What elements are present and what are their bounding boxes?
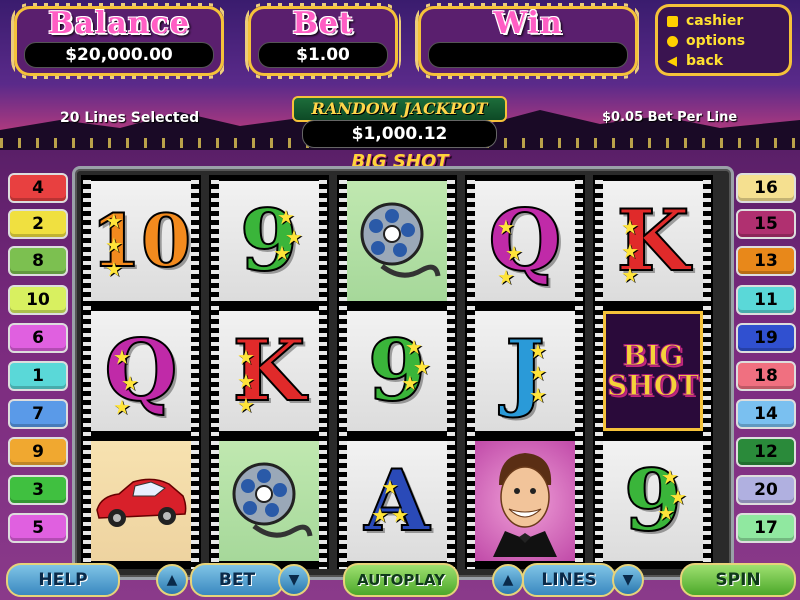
side-menu: cashier options ◀ back (655, 4, 792, 76)
spin-button[interactable]: SPIN (680, 563, 796, 597)
payline-badge[interactable]: 7 (8, 399, 68, 429)
payline-badge[interactable]: 14 (736, 399, 796, 429)
payline-badge[interactable]: 15 (736, 209, 796, 239)
lines-button[interactable]: LINES (522, 563, 616, 597)
cashier-link[interactable]: cashier (667, 12, 743, 30)
symbol-a: A ★ ★ ★ (347, 441, 447, 561)
symbol-big-shot-man (475, 441, 575, 561)
payline-badge[interactable]: 18 (736, 361, 796, 391)
bet-panel: Bet $1.00 (248, 6, 398, 76)
payline-badge[interactable]: 9 (8, 437, 68, 467)
sports-car-icon (96, 478, 187, 527)
balance-title: Balance (48, 6, 190, 41)
jackpot-title: RANDOM JACKPOT (292, 96, 507, 122)
reel-5: K ★ ★ ★ BIG SHOT 9 ★ ★ ★ (593, 175, 713, 569)
payline-badge[interactable]: 19 (736, 323, 796, 353)
lines-down-button[interactable]: ▼ (612, 564, 644, 596)
help-button[interactable]: HELP (6, 563, 120, 597)
payline-badge[interactable]: 11 (736, 285, 796, 315)
bet-up-button[interactable]: ▲ (156, 564, 188, 596)
win-title: Win (493, 6, 563, 41)
payline-badge[interactable]: 10 (8, 285, 68, 315)
payline-badge[interactable]: 6 (8, 323, 68, 353)
balance-panel: Balance $20,000.00 (14, 6, 224, 76)
reel-2: 9 ★ ★ ★ K ★ ★ ★ (209, 175, 329, 569)
reel-3: 9 ★ ★ ★ A ★ ★ ★ (337, 175, 457, 569)
symbol-car (91, 441, 191, 561)
bet-button[interactable]: BET (190, 563, 284, 597)
symbol-q: Q ★ ★ ★ (91, 311, 191, 431)
reel-1: 10 ★ ★ ★ Q ★ ★ ★ (81, 175, 201, 569)
jackpot-panel: RANDOM JACKPOT $1,000.12 (292, 96, 507, 150)
payline-badge[interactable]: 8 (8, 246, 68, 276)
triangle-down-icon: ▼ (288, 572, 300, 588)
symbol-j: J ★ ★ ★ (475, 311, 575, 431)
options-label: options (686, 33, 746, 49)
lines-up-button[interactable]: ▲ (492, 564, 524, 596)
options-icon (667, 35, 678, 47)
payline-badge[interactable]: 4 (8, 173, 68, 203)
symbol-9: 9 ★ ★ ★ (219, 181, 319, 301)
back-arrow-icon: ◀ (667, 53, 677, 69)
payline-badge[interactable]: 20 (736, 475, 796, 505)
film-reel-icon (360, 202, 441, 278)
symbol-q: Q ★ ★ ★ (475, 181, 575, 301)
autoplay-button[interactable]: AUTOPLAY (343, 563, 459, 597)
bet-title: Bet (292, 6, 354, 41)
payline-badge[interactable]: 5 (8, 513, 68, 543)
big-shot-man-icon (493, 453, 557, 557)
payline-badge[interactable]: 16 (736, 173, 796, 203)
cashier-icon (667, 15, 678, 27)
symbol-k: K ★ ★ ★ (219, 311, 319, 431)
options-link[interactable]: options (667, 32, 745, 50)
symbol-k: K ★ ★ ★ (603, 181, 703, 301)
reels-frame: 10 ★ ★ ★ Q ★ ★ ★ 9 ★ ★ ★ K ★ ★ ★ 9 ★ ★ ★… (72, 166, 734, 580)
reel-4: Q ★ ★ ★ J ★ ★ ★ (465, 175, 585, 569)
lines-selected-text: 20 Lines Selected (60, 110, 200, 126)
symbol-film-reel (219, 441, 319, 561)
payline-badge[interactable]: 1 (8, 361, 68, 391)
symbol-10: 10 ★ ★ ★ (91, 181, 191, 301)
back-label: back (686, 53, 724, 69)
symbol-9: 9 ★ ★ ★ (347, 311, 447, 431)
payline-badge[interactable]: 13 (736, 246, 796, 276)
payline-badge[interactable]: 17 (736, 513, 796, 543)
bet-value: $1.00 (258, 42, 388, 68)
film-reel-icon (232, 462, 313, 538)
triangle-down-icon: ▼ (622, 572, 634, 588)
payline-badge[interactable]: 3 (8, 475, 68, 505)
win-value (428, 42, 628, 68)
bet-per-line-text: $0.05 Bet Per Line (602, 110, 738, 125)
bet-down-button[interactable]: ▼ (278, 564, 310, 596)
payline-badge[interactable]: 12 (736, 437, 796, 467)
triangle-up-icon: ▲ (502, 572, 514, 588)
cashier-label: cashier (686, 13, 744, 29)
jackpot-value: $1,000.12 (302, 120, 497, 148)
payline-badge[interactable]: 2 (8, 209, 68, 239)
symbol-film-reel (347, 181, 447, 301)
win-panel: Win (418, 6, 638, 76)
triangle-up-icon: ▲ (166, 572, 178, 588)
symbol-big-shot-logo: BIG SHOT (603, 311, 703, 431)
symbol-9: 9 ★ ★ ★ (603, 441, 703, 561)
back-link[interactable]: ◀ back (667, 52, 723, 70)
balance-value: $20,000.00 (24, 42, 214, 68)
